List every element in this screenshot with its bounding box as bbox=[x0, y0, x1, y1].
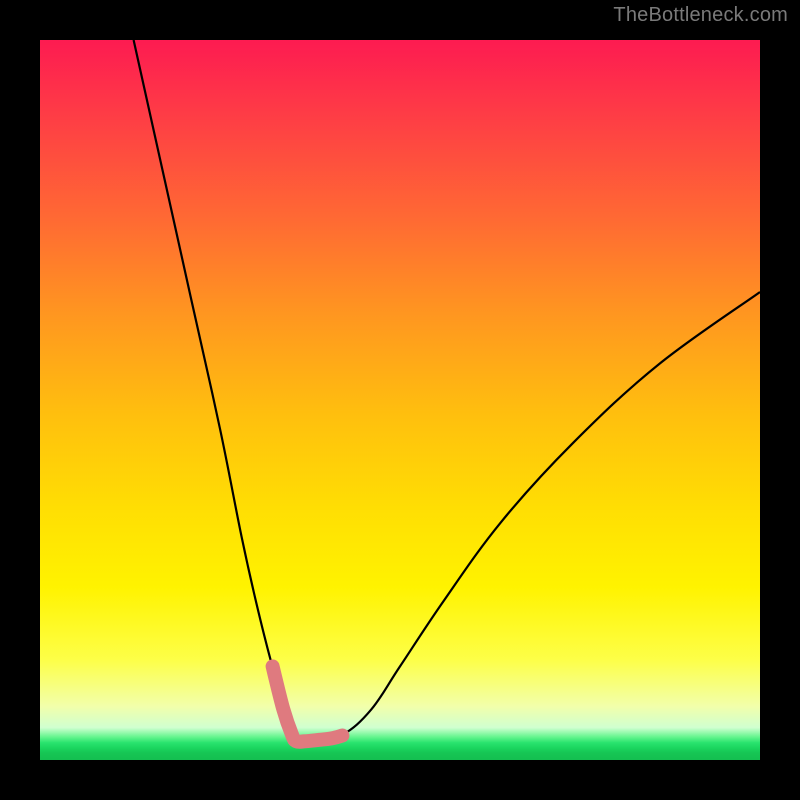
plot-area bbox=[40, 40, 760, 760]
chart-frame: TheBottleneck.com bbox=[0, 0, 800, 800]
watermark-text: TheBottleneck.com bbox=[613, 4, 788, 27]
bottleneck-curve bbox=[134, 40, 760, 742]
curves-layer bbox=[40, 40, 760, 760]
highlight-segment bbox=[273, 666, 343, 741]
